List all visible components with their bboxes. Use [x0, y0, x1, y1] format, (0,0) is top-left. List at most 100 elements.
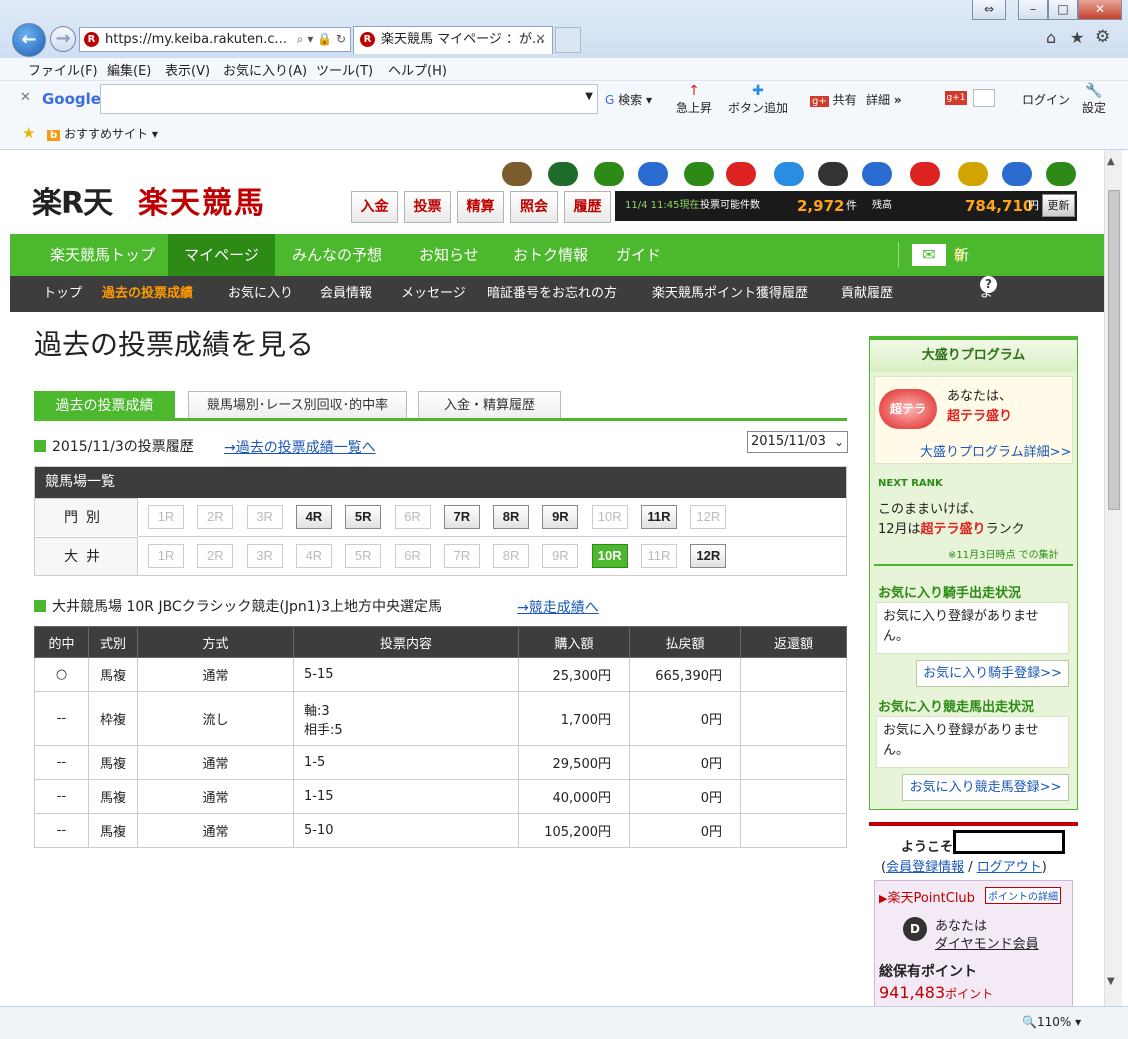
deposit-button[interactable]: 入金: [351, 191, 398, 223]
pointclub-logo[interactable]: ▶楽天PointClub: [879, 887, 975, 906]
toolbar-login[interactable]: ログイン: [1022, 91, 1070, 108]
track-logo-10[interactable]: [958, 162, 988, 186]
subnav-contribution[interactable]: 貢献履歴: [841, 276, 893, 312]
scroll-thumb[interactable]: [1108, 190, 1120, 510]
track-logo-12[interactable]: [1046, 162, 1076, 186]
subnav-favorites[interactable]: お気に入り: [228, 276, 293, 312]
subnav-point-history[interactable]: 楽天競馬ポイント獲得履歴: [652, 276, 808, 312]
cell-buy: 1,700円: [518, 691, 630, 746]
toolbar-search[interactable]: G 検索 ▾: [605, 91, 652, 108]
toolbar-rise[interactable]: ↑ 急上昇: [676, 83, 712, 116]
menu-view[interactable]: 表示(V): [165, 60, 210, 79]
race-button[interactable]: 10R: [591, 544, 628, 568]
tab-past-results[interactable]: 過去の投票成績: [34, 391, 175, 419]
program-detail-link[interactable]: 大盛りプログラム詳細>>: [920, 441, 1071, 460]
new-tab-button[interactable]: [555, 27, 581, 53]
toolbar-settings[interactable]: 🔧 設定: [1082, 83, 1106, 116]
browser-tab[interactable]: R 楽天競馬 マイページ ：が... ✕: [353, 26, 553, 54]
page-scrollbar[interactable]: ▲ ▼: [1104, 150, 1122, 1006]
settle-button[interactable]: 精算: [457, 191, 504, 223]
restore-icon[interactable]: ⇔: [972, 0, 1006, 20]
logout-link[interactable]: ログアウト: [977, 860, 1042, 875]
track-logo-9[interactable]: [910, 162, 940, 186]
race-button[interactable]: 9R: [542, 505, 579, 529]
date-select[interactable]: 2015/11/03 ⌄: [747, 431, 848, 453]
history-button[interactable]: 履歴: [564, 191, 611, 223]
address-bar[interactable]: Rhttps://my.keiba.rakuten.c... ⌕ ▾ 🔒 ↻: [79, 27, 351, 52]
menu-file[interactable]: ファイル(F): [28, 60, 98, 79]
nav-mypage[interactable]: マイページ: [168, 234, 275, 276]
zoom-control[interactable]: 🔍110% ▾: [1022, 1015, 1081, 1029]
toolbar-share[interactable]: g+ 共有: [810, 91, 857, 108]
subnav-forgot-pin[interactable]: 暗証番号をお忘れの方: [487, 276, 617, 312]
race-result-link[interactable]: →競走成績へ: [517, 597, 599, 617]
rakuten-logo[interactable]: 楽R天: [32, 178, 113, 222]
track-logo-11[interactable]: [1002, 162, 1032, 186]
track-logo-2[interactable]: [594, 162, 624, 186]
google-search-input[interactable]: ▼: [100, 84, 598, 114]
subnav-top[interactable]: トップ: [43, 276, 82, 312]
favorites-star-icon[interactable]: ★: [1070, 28, 1084, 47]
nav-keiba-top[interactable]: 楽天競馬トップ: [50, 234, 155, 276]
forward-button[interactable]: →: [50, 26, 76, 52]
search-icon[interactable]: ⌕ ▾ 🔒 ↻: [297, 28, 346, 51]
gear-icon[interactable]: ⚙: [1095, 27, 1110, 47]
inquiry-button[interactable]: 照会: [510, 191, 558, 223]
race-button[interactable]: 11R: [641, 505, 677, 529]
update-button[interactable]: 更新: [1042, 194, 1075, 217]
rakuten-keiba-logo[interactable]: 楽天競馬: [138, 178, 266, 222]
member-info-link[interactable]: 会員登録情報: [886, 860, 964, 875]
menu-favorites[interactable]: お気に入り(A): [223, 60, 307, 79]
race-button[interactable]: 5R: [345, 505, 382, 529]
home-icon[interactable]: ⌂: [1046, 28, 1056, 47]
track-logo-8[interactable]: [862, 162, 892, 186]
status-bar: 🔍110% ▾: [0, 1006, 1128, 1039]
cell-hit: --: [34, 691, 89, 746]
menu-edit[interactable]: 編集(E): [107, 60, 151, 79]
menu-tools[interactable]: ツール(T): [316, 60, 373, 79]
scroll-down-icon[interactable]: ▼: [1107, 976, 1115, 987]
subnav-member-info[interactable]: 会員情報: [320, 276, 372, 312]
track-logo-3[interactable]: [638, 162, 668, 186]
vote-button[interactable]: 投票: [404, 191, 451, 223]
nav-deals[interactable]: おトク情報: [513, 234, 588, 276]
nav-guide[interactable]: ガイド: [616, 234, 661, 276]
race-button[interactable]: 8R: [493, 505, 530, 529]
point-detail-button[interactable]: ポイントの詳細: [985, 887, 1061, 904]
track-logo-4[interactable]: [684, 162, 714, 186]
tab-venue-stats[interactable]: 競馬場別･レース別回収･的中率: [188, 391, 407, 419]
subnav-messages[interactable]: メッセージ: [401, 276, 466, 312]
tab-close-icon[interactable]: ✕: [535, 27, 546, 53]
tab-deposit-history[interactable]: 入金・精算履歴: [418, 391, 561, 419]
back-button[interactable]: ←: [12, 23, 46, 57]
toolbar-detail[interactable]: 詳細 »: [866, 91, 902, 108]
track-logo-7[interactable]: [818, 162, 848, 186]
nav-predictions[interactable]: みんなの予想: [292, 234, 382, 276]
main-nav: 楽天競馬トップ マイページ みんなの予想 お知らせ おトク情報 ガイド ✉ 新着…: [10, 234, 1104, 516]
menu-bar: ファイル(F) 編集(E) 表示(V) お気に入り(A) ツール(T) ヘルプ(…: [0, 58, 1128, 80]
track-logo-0[interactable]: [502, 162, 532, 186]
race-button[interactable]: 4R: [295, 505, 332, 529]
close-icon[interactable]: ✕: [1078, 0, 1122, 20]
track-logo-6[interactable]: [774, 162, 804, 186]
scroll-up-icon[interactable]: ▲: [1107, 156, 1115, 167]
menu-help[interactable]: ヘルプ(H): [388, 60, 447, 79]
toolbar-add-button[interactable]: ✚ ボタン追加: [728, 83, 788, 116]
gplus1-icon[interactable]: g+1: [945, 91, 967, 105]
maximize-icon[interactable]: □: [1048, 0, 1078, 20]
jockey-register-button[interactable]: お気に入り騎手登録>>: [916, 660, 1069, 687]
track-logo-5[interactable]: [726, 162, 756, 186]
race-button[interactable]: 12R: [690, 544, 727, 568]
toolbar-close-icon[interactable]: ✕: [20, 90, 31, 105]
subnav-past-results[interactable]: 過去の投票成績: [102, 276, 193, 312]
member-rank[interactable]: ダイヤモンド会員: [935, 933, 1039, 952]
horse-register-button[interactable]: お気に入り競走馬登録>>: [902, 774, 1069, 801]
minimize-icon[interactable]: –: [1018, 0, 1048, 20]
race-button[interactable]: 7R: [443, 505, 480, 529]
fav-suggested-sites[interactable]: b おすすめサイト ▾: [47, 125, 158, 142]
mail-icon[interactable]: ✉: [912, 244, 946, 266]
track-logo-1[interactable]: [548, 162, 578, 186]
nav-news[interactable]: お知らせ: [419, 234, 479, 276]
history-list-link[interactable]: →過去の投票成績一覧へ: [224, 437, 376, 457]
favorites-add-icon[interactable]: ★: [22, 124, 35, 142]
